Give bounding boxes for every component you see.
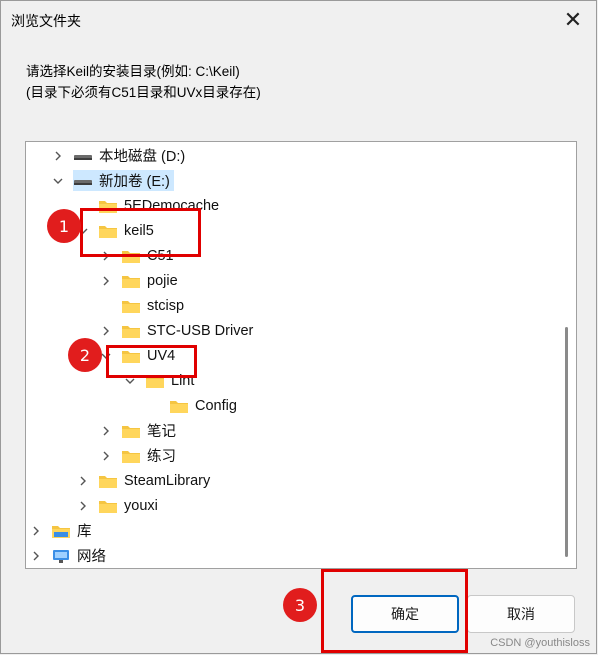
chevron-right-icon[interactable]: [99, 424, 113, 438]
chevron-right-icon[interactable]: [29, 549, 43, 563]
tree-item-steamlibrary[interactable]: SteamLibrary: [76, 468, 210, 493]
tree-item-label: 本地磁盘 (D:): [99, 149, 186, 165]
tree-item-label: STC-USB Driver: [147, 322, 254, 339]
annotation-badge-1: 1: [47, 209, 81, 243]
tree-item-practice[interactable]: 练习: [99, 443, 176, 468]
folder-icon: [98, 498, 118, 514]
tree-item-label: 练习: [147, 449, 176, 465]
close-icon[interactable]: ✕: [550, 1, 596, 39]
chevron-down-icon[interactable]: [51, 174, 65, 188]
folder-icon: [98, 473, 118, 489]
folder-icon: [121, 273, 141, 289]
tree-item-stc-usb-driver[interactable]: STC-USB Driver: [99, 318, 253, 343]
watermark: CSDN @youthisloss: [490, 637, 590, 649]
tree-item-network[interactable]: 网络: [29, 543, 106, 568]
tree-item-drive-e[interactable]: 新加卷 (E:): [51, 168, 174, 193]
network-icon: [51, 548, 71, 564]
library-icon: [51, 523, 71, 539]
selected-item-highlight: 新加卷 (E:): [73, 170, 174, 191]
vertical-scrollbar[interactable]: [565, 327, 568, 557]
folder-icon: [121, 423, 141, 439]
dialog-title: 浏览文件夹: [11, 13, 81, 29]
folder-icon: [121, 298, 141, 314]
tree-item-label: youxi: [124, 497, 158, 514]
cancel-button[interactable]: 取消: [467, 595, 575, 633]
instruction-line-1: 请选择Keil的安装目录(例如: C:\Keil): [26, 64, 240, 79]
annotation-box-3: [321, 569, 468, 653]
tree-item-libraries[interactable]: 库: [29, 518, 92, 543]
tree-item-youxi[interactable]: youxi: [76, 493, 158, 518]
tree-item-notes[interactable]: 笔记: [99, 418, 176, 443]
folder-icon: [121, 448, 141, 464]
tree-item-drive-d[interactable]: 本地磁盘 (D:): [51, 143, 185, 168]
tree-item-label: 库: [77, 524, 92, 540]
tree-item-stcisp[interactable]: stcisp: [99, 293, 184, 318]
chevron-right-icon[interactable]: [51, 149, 65, 163]
annotation-badge-3: 3: [283, 588, 317, 622]
tree-item-label: stcisp: [147, 297, 185, 314]
drive-icon: [73, 173, 93, 189]
folder-icon: [121, 323, 141, 339]
instructions: 请选择Keil的安装目录(例如: C:\Keil) (目录下必须有C51目录和U…: [26, 61, 261, 103]
annotation-badge-2: 2: [68, 338, 102, 372]
drive-icon: [73, 148, 93, 164]
tree-item-label: pojie: [147, 272, 178, 289]
tree-item-label: 笔记: [147, 424, 176, 440]
title-bar: 浏览文件夹 ✕: [1, 1, 596, 41]
folder-icon: [169, 398, 189, 414]
tree-item-label: 新加卷 (E:): [99, 174, 170, 190]
tree-item-pojie[interactable]: pojie: [99, 268, 178, 293]
chevron-right-icon[interactable]: [29, 524, 43, 538]
chevron-right-icon[interactable]: [99, 449, 113, 463]
annotation-box-2: [106, 345, 197, 378]
annotation-box-1: [80, 208, 201, 257]
chevron-right-icon[interactable]: [99, 274, 113, 288]
chevron-right-icon[interactable]: [99, 324, 113, 338]
instruction-line-2: (目录下必须有C51目录和UVx目录存在): [26, 85, 261, 100]
chevron-right-icon[interactable]: [76, 474, 90, 488]
chevron-right-icon[interactable]: [76, 499, 90, 513]
tree-item-label: Config: [195, 397, 237, 414]
tree-item-label: 网络: [77, 549, 106, 565]
tree-item-label: SteamLibrary: [124, 472, 211, 489]
browse-folder-dialog: 浏览文件夹 ✕ 请选择Keil的安装目录(例如: C:\Keil) (目录下必须…: [0, 0, 597, 654]
tree-item-config[interactable]: Config: [147, 393, 237, 418]
